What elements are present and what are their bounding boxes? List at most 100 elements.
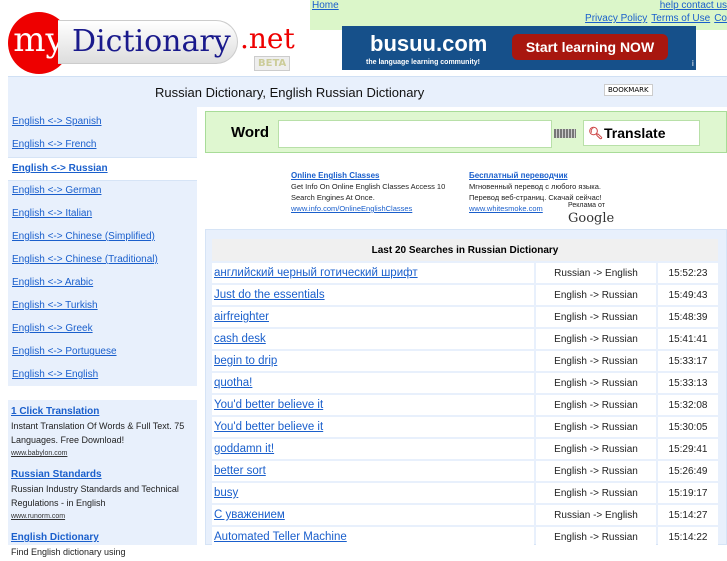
search-word-link[interactable]: airfreighter [214,311,269,323]
sidebar-item-label[interactable]: English <-> Greek [12,323,93,334]
sidebar-item[interactable]: English <-> Greek [8,318,197,340]
logo-name: Dictionary [58,20,238,64]
search-word-link[interactable]: You'd better believe it [214,421,323,433]
sidebar-item[interactable]: English <-> Portuguese [8,341,197,363]
sidebar-item-label[interactable]: English <-> Italian [12,208,92,219]
ads-by-google[interactable]: Реклама от Google [568,200,651,226]
ad-url[interactable]: www.runorm.com [11,510,194,524]
sidebar-item-label[interactable]: English <-> Russian [12,163,108,174]
table-row: quotha! English -> Russian 15:33:13 [212,373,718,393]
time-cell: 15:32:08 [658,395,718,415]
bookmark-button[interactable]: BOOKMARK [604,84,653,96]
sidebar-item-label[interactable]: English <-> Turkish [12,300,98,311]
privacy-link[interactable]: Privacy Policy [585,13,647,24]
direction-cell: English -> Russian [536,527,656,547]
search-word-link[interactable]: Automated Teller Machine [214,531,347,543]
search-word-link[interactable]: quotha! [214,377,252,389]
ad-title[interactable]: English Dictionary [11,532,99,543]
word-input[interactable] [278,120,552,148]
help-link[interactable]: help contact us [660,0,727,12]
keyboard-icon[interactable] [554,129,576,138]
home-link[interactable]: Home [312,0,339,12]
direction-cell: English -> Russian [536,439,656,459]
ad-title[interactable]: 1 Click Translation [11,406,99,417]
sidebar-item-label[interactable]: English <-> Spanish [12,116,102,127]
sidebar-ad: English Dictionary Find English dictionar… [8,526,197,561]
sidebar-item[interactable]: English <-> Chinese (Simplified) [8,226,197,248]
search-word-link[interactable]: goddamn it! [214,443,274,455]
time-cell: 15:26:49 [658,461,718,481]
search-icon: 🔍︎ [588,126,604,140]
ad-url[interactable]: www.whitesmoke.com [469,204,543,213]
search-word-link[interactable]: begin to drip [214,355,277,367]
ad-text: Мгновенный перевод с любого языка. [469,182,601,191]
direction-cell: English -> Russian [536,285,656,305]
sidebar-item-label[interactable]: English <-> German [12,185,102,196]
sidebar-item[interactable]: English <-> Russian [8,157,197,181]
direction-cell: English -> Russian [536,483,656,503]
ad-info-icon[interactable]: i [692,59,694,68]
table-row: airfreighter English -> Russian 15:48:39 [212,307,718,327]
sidebar-item[interactable]: English <-> Turkish [8,295,197,317]
site-logo[interactable]: my Dictionary .net BETA [8,12,298,74]
sidebar-item[interactable]: English <-> Chinese (Traditional) [8,249,197,271]
recent-title: Last 20 Searches in Russian Dictionary [212,239,718,261]
busuu-banner-ad[interactable]: busuu.com the language learning communit… [342,26,696,70]
sidebar-ad: 1 Click Translation Instant Translation O… [8,400,197,463]
table-row: begin to drip English -> Russian 15:33:17 [212,351,718,371]
table-row: You'd better believe it English -> Russia… [212,417,718,437]
table-row: cash desk English -> Russian 15:41:41 [212,329,718,349]
table-row: goddamn it! English -> Russian 15:29:41 [212,439,718,459]
sidebar: English <-> Spanish English <-> French Eng… [8,106,197,386]
sidebar-item-label[interactable]: English <-> French [12,139,97,150]
direction-cell: Russian -> English [536,505,656,525]
search-word-link[interactable]: cash desk [214,333,266,345]
search-word-link[interactable]: You'd better believe it [214,399,323,411]
ad-url[interactable]: www.info.com/OnlineEnglishClasses [291,204,412,213]
ad-url[interactable]: www.babylon.com [11,447,194,461]
translate-label: Translate [604,125,666,141]
translate-button[interactable]: 🔍︎ Translate [583,120,700,146]
ads-by-label: Реклама от [568,202,605,209]
ad-text: Instant Translation Of Words & Full Text… [11,421,185,445]
ad-title[interactable]: Online English Classes [291,171,379,180]
recent-searches: Last 20 Searches in Russian Dictionary а… [205,229,727,547]
time-cell: 15:41:41 [658,329,718,349]
sidebar-item[interactable]: English <-> German [8,180,197,202]
time-cell: 15:52:23 [658,263,718,283]
time-cell: 15:30:05 [658,417,718,437]
table-row: Just do the essentials English -> Russian… [212,285,718,305]
direction-cell: English -> Russian [536,307,656,327]
search-word-link[interactable]: better sort [214,465,266,477]
more-link[interactable]: Co [714,13,727,24]
sidebar-item-label[interactable]: English <-> Arabic [12,277,93,288]
sidebar-ads: 1 Click Translation Instant Translation O… [8,400,197,557]
terms-link[interactable]: Terms of Use [651,13,710,24]
sidebar-item[interactable]: English <-> Spanish [8,111,197,133]
sidebar-item[interactable]: English <-> English [8,364,197,386]
table-row: You'd better believe it English -> Russia… [212,395,718,415]
sidebar-item-label[interactable]: English <-> Chinese (Simplified) [12,231,155,242]
sidebar-item[interactable]: English <-> French [8,134,197,156]
search-word-link[interactable]: Just do the essentials [214,289,325,301]
banner-tagline: the language learning community! [366,59,480,66]
search-word-link[interactable]: английский черный готический шрифт [214,267,418,279]
direction-cell: English -> Russian [536,395,656,415]
sidebar-item[interactable]: English <-> Arabic [8,272,197,294]
search-word-link[interactable]: С уважением [214,509,285,521]
table-row: английский черный готический шрифт Russia… [212,263,718,283]
direction-cell: English -> Russian [536,351,656,371]
sidebar-item-label[interactable]: English <-> Portuguese [12,346,117,357]
search-bar: Word 🔍︎ Translate [205,111,727,153]
search-word-link[interactable]: busy [214,487,238,499]
google-logo: Google [568,211,615,226]
beta-badge: BETA [254,56,291,71]
ad-title[interactable]: Russian Standards [11,469,102,480]
ad-title[interactable]: Бесплатный переводчик [469,171,567,180]
sidebar-item-label[interactable]: English <-> Chinese (Traditional) [12,254,158,265]
banner-cta[interactable]: Start learning NOW [512,34,668,60]
direction-cell: English -> Russian [536,329,656,349]
sidebar-item[interactable]: English <-> Italian [8,203,197,225]
ad-text: Russian Industry Standards and Technical… [11,484,179,508]
sidebar-item-label[interactable]: English <-> English [12,369,98,380]
